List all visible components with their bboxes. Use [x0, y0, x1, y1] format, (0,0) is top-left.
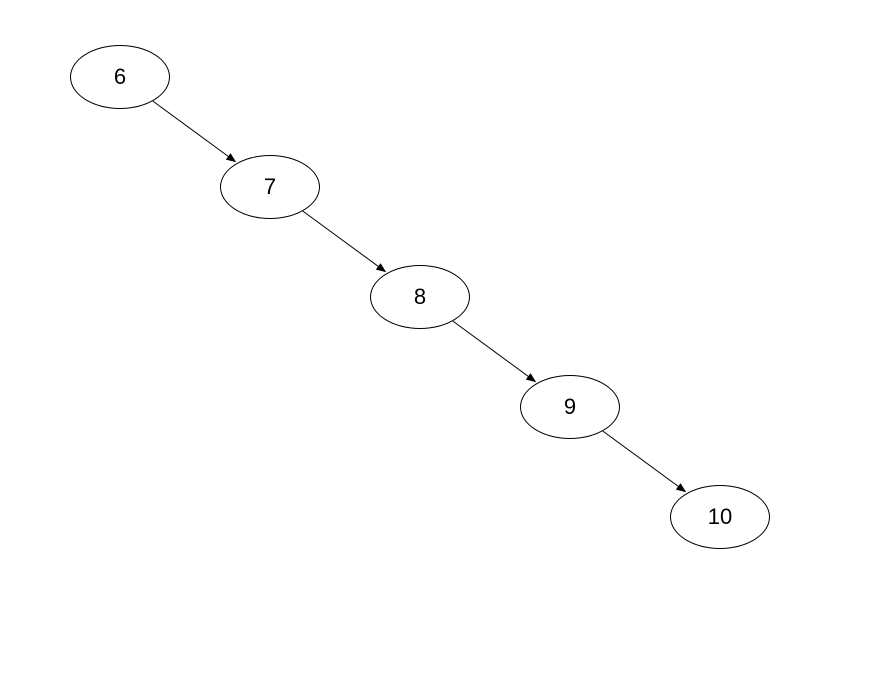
node-label: 6 [114, 64, 126, 90]
graph-diagram: 6 7 8 9 10 [0, 0, 880, 685]
edge-node-9-to-node-10 [603, 431, 686, 492]
node-label: 8 [414, 284, 426, 310]
graph-node-8: 8 [370, 265, 470, 329]
edge-node-8-to-node-9 [453, 321, 536, 382]
node-label: 10 [708, 504, 732, 530]
edge-node-7-to-node-8 [303, 211, 386, 272]
graph-node-10: 10 [670, 485, 770, 549]
graph-node-6: 6 [70, 45, 170, 109]
edge-node-6-to-node-7 [153, 101, 236, 162]
graph-node-7: 7 [220, 155, 320, 219]
node-label: 9 [564, 394, 576, 420]
node-label: 7 [264, 174, 276, 200]
graph-node-9: 9 [520, 375, 620, 439]
